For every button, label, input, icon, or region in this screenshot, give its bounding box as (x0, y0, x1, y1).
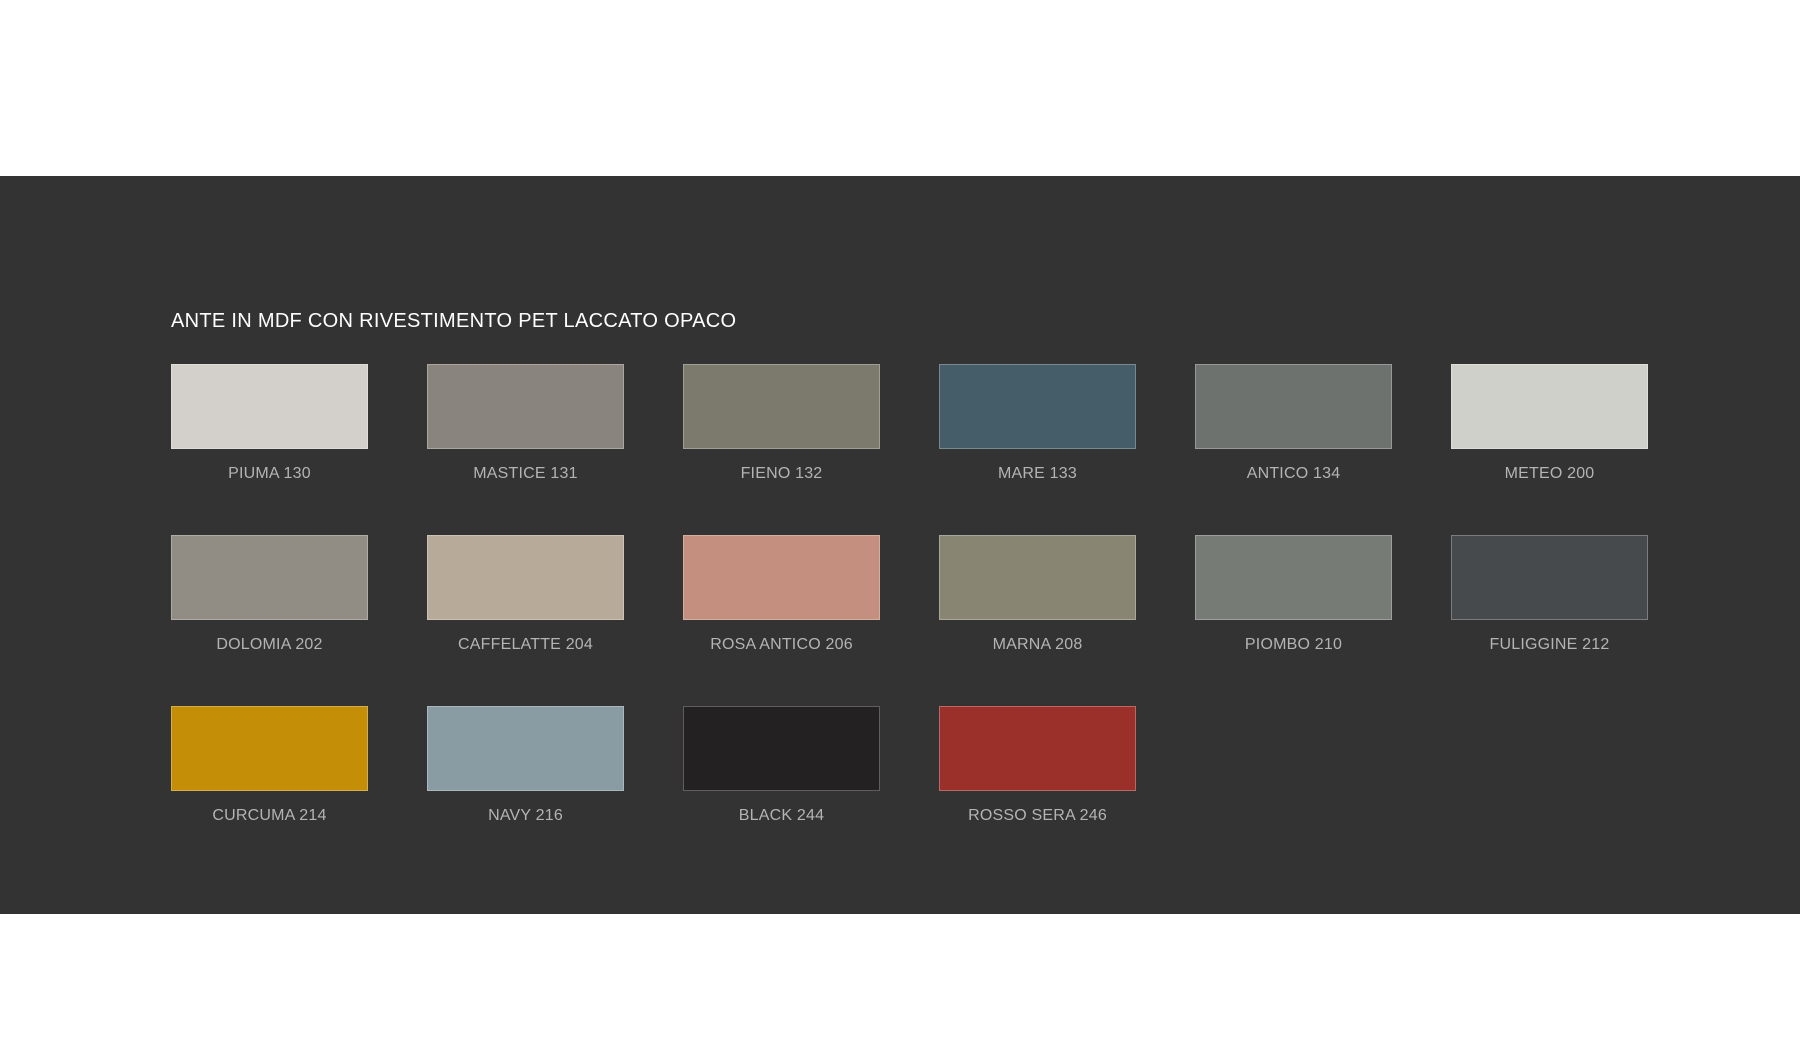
swatch-label: DOLOMIA 202 (216, 636, 323, 653)
swatch-label: METEO 200 (1504, 465, 1595, 482)
swatch-label: FIENO 132 (740, 465, 823, 482)
color-swatch[interactable] (427, 364, 624, 449)
color-swatch[interactable] (683, 364, 880, 449)
swatch-item[interactable]: CAFFELATTE 204 (427, 535, 624, 706)
swatch-label: PIUMA 130 (228, 465, 311, 482)
swatch-item[interactable]: MARNA 208 (939, 535, 1136, 706)
swatch-item[interactable]: ROSA ANTICO 206 (683, 535, 880, 706)
swatch-item[interactable]: MARE 133 (939, 364, 1136, 535)
swatch-label: BLACK 244 (738, 807, 825, 824)
swatch-item[interactable]: MASTICE 131 (427, 364, 624, 535)
swatch-item[interactable]: BLACK 244 (683, 706, 880, 877)
color-swatch[interactable] (1195, 364, 1392, 449)
swatch-item[interactable]: METEO 200 (1451, 364, 1648, 535)
color-swatch[interactable] (939, 535, 1136, 620)
swatch-label: CURCUMA 214 (212, 807, 327, 824)
swatch-item[interactable]: FULIGGINE 212 (1451, 535, 1648, 706)
color-swatch[interactable] (1195, 535, 1392, 620)
color-swatch[interactable] (1451, 535, 1648, 620)
swatch-item[interactable]: ROSSO SERA 246 (939, 706, 1136, 877)
section-title: ANTE IN MDF CON RIVESTIMENTO PET LACCATO… (171, 310, 737, 332)
color-swatch[interactable] (683, 706, 880, 791)
swatch-item[interactable]: ANTICO 134 (1195, 364, 1392, 535)
swatch-label: ANTICO 134 (1246, 465, 1341, 482)
color-swatch[interactable] (939, 706, 1136, 791)
swatch-label: ROSSO SERA 246 (968, 807, 1107, 824)
swatch-item[interactable]: PIUMA 130 (171, 364, 368, 535)
swatch-label: MARNA 208 (992, 636, 1083, 653)
swatch-label: FULIGGINE 212 (1489, 636, 1610, 653)
color-swatch[interactable] (1451, 364, 1648, 449)
color-swatch[interactable] (171, 535, 368, 620)
swatch-item[interactable]: PIOMBO 210 (1195, 535, 1392, 706)
color-swatch[interactable] (171, 364, 368, 449)
color-swatch[interactable] (427, 535, 624, 620)
color-swatch[interactable] (939, 364, 1136, 449)
color-swatch[interactable] (171, 706, 368, 791)
swatch-label: PIOMBO 210 (1244, 636, 1343, 653)
swatch-label: ROSA ANTICO 206 (710, 636, 853, 653)
color-swatch[interactable] (683, 535, 880, 620)
swatch-label: MARE 133 (998, 465, 1077, 482)
swatch-item[interactable]: FIENO 132 (683, 364, 880, 535)
swatch-grid: PIUMA 130 MASTICE 131 FIENO 132 MARE 133 ANT… (171, 364, 1648, 877)
swatch-item[interactable]: DOLOMIA 202 (171, 535, 368, 706)
swatch-label: CAFFELATTE 204 (458, 636, 593, 653)
swatch-item[interactable]: NAVY 216 (427, 706, 624, 877)
color-swatch[interactable] (427, 706, 624, 791)
swatch-label: NAVY 216 (488, 807, 563, 824)
swatch-label: MASTICE 131 (473, 465, 578, 482)
swatch-item[interactable]: CURCUMA 214 (171, 706, 368, 877)
